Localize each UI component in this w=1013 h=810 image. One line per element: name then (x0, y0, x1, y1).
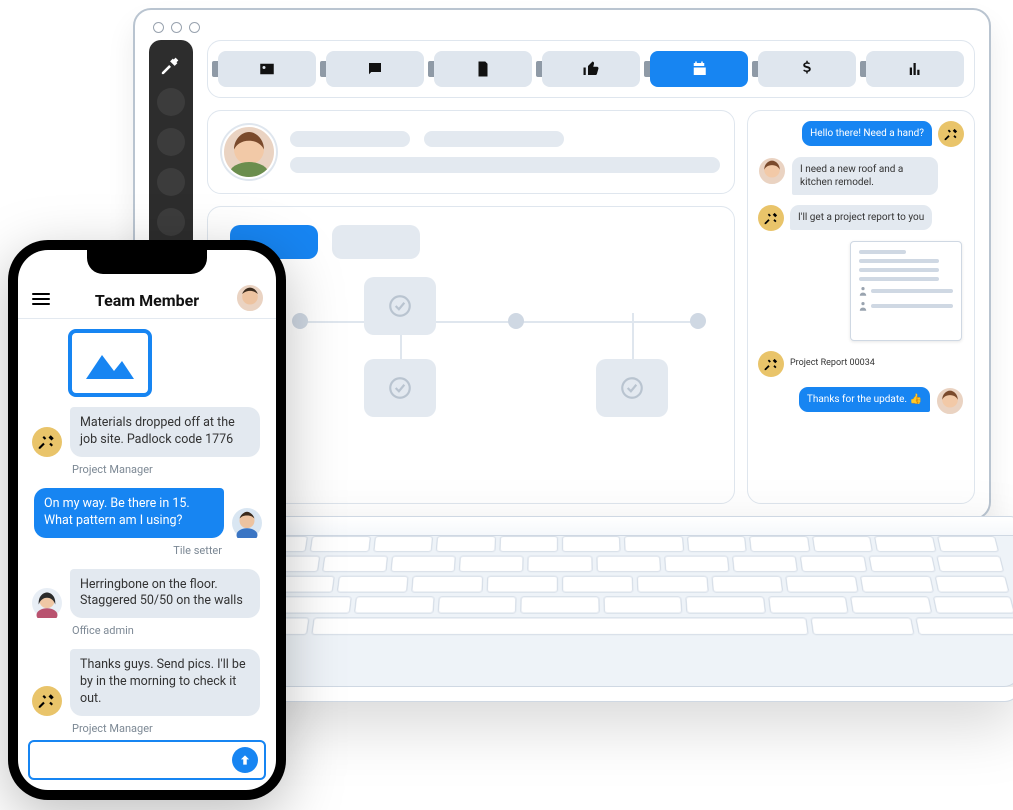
timeline-filter[interactable] (332, 225, 420, 259)
sender-label: Tile setter (32, 544, 222, 557)
siderail-item[interactable] (157, 128, 185, 156)
chat-message-outgoing: On my way. Be there in 15. What pattern … (32, 488, 262, 538)
client-avatar (936, 387, 964, 415)
chat-bubble: I'll get a project report to you (790, 205, 932, 230)
report-label-row: Project Report 00034 (758, 351, 964, 377)
siderail-item[interactable] (157, 208, 185, 236)
window-controls[interactable] (153, 22, 200, 33)
chat-message-incoming: I need a new roof and a kitchen remodel. (758, 157, 964, 195)
siderail-item[interactable] (157, 88, 185, 116)
chat-message-incoming: Thanks guys. Send pics. I'll be by in th… (32, 649, 262, 716)
chat-message-incoming: Materials dropped off at the job site. P… (32, 407, 262, 457)
phone-device: Team Member Materials dropped off at the… (8, 240, 286, 800)
project-manager-tools-icon (32, 427, 62, 457)
current-user-avatar[interactable] (236, 284, 264, 312)
timeline-node[interactable] (364, 277, 436, 335)
timeline-node[interactable] (596, 359, 668, 417)
phone-title: Team Member (95, 291, 199, 310)
client-chat-panel: Hello there! Need a hand? I need a new r… (747, 110, 975, 504)
arrow-up-icon (238, 753, 252, 767)
report-attachment[interactable] (850, 241, 962, 341)
tab-contact[interactable] (218, 51, 316, 87)
chat-bubble: Hello there! Need a hand? (802, 121, 932, 146)
tab-approve[interactable] (542, 51, 640, 87)
contractor-tools-icon (758, 351, 784, 377)
client-avatar (758, 157, 786, 185)
phone-notch (87, 250, 207, 274)
tab-analytics[interactable] (866, 51, 964, 87)
contractor-tools-icon (938, 121, 964, 147)
message-input-bar (28, 740, 266, 780)
chat-bubble: I need a new roof and a kitchen remodel. (792, 157, 938, 195)
sender-label: Project Manager (72, 463, 262, 476)
tab-calendar[interactable] (650, 51, 748, 87)
chat-thread[interactable]: Materials dropped off at the job site. P… (18, 319, 276, 769)
image-attachment-placeholder[interactable] (68, 329, 152, 397)
tab-payments[interactable] (758, 51, 856, 87)
chat-bubble: On my way. Be there in 15. What pattern … (34, 488, 224, 538)
report-filename: Project Report 00034 (790, 358, 875, 370)
top-tabbar (207, 40, 975, 98)
timeline-card (207, 206, 735, 504)
chat-message-outgoing: Hello there! Need a hand? (758, 121, 964, 147)
chat-message-outgoing: Thanks for the update. 👍 (758, 387, 964, 415)
office-admin-avatar (32, 588, 62, 618)
siderail-item[interactable] (157, 168, 185, 196)
profile-placeholder-lines (290, 131, 720, 173)
chat-message-incoming: I'll get a project report to you (758, 205, 964, 231)
sender-label: Project Manager (72, 722, 262, 735)
tab-chat[interactable] (326, 51, 424, 87)
tile-setter-avatar (232, 508, 262, 538)
send-button[interactable] (232, 747, 258, 773)
timeline-node[interactable] (364, 359, 436, 417)
project-manager-tools-icon (32, 686, 62, 716)
chat-bubble: Herringbone on the floor. Staggered 50/5… (70, 569, 260, 619)
contractor-tools-icon (758, 205, 784, 231)
chat-message-incoming: Herringbone on the floor. Staggered 50/5… (32, 569, 262, 619)
sender-label: Office admin (72, 624, 262, 637)
menu-icon[interactable] (32, 290, 50, 308)
message-input[interactable] (36, 752, 232, 769)
chat-bubble: Materials dropped off at the job site. P… (70, 407, 260, 457)
timeline (230, 277, 712, 485)
chat-bubble: Thanks guys. Send pics. I'll be by in th… (70, 649, 260, 716)
chat-bubble: Thanks for the update. 👍 (799, 387, 930, 412)
tab-invoice[interactable] (434, 51, 532, 87)
hammer-logo-icon (160, 54, 182, 76)
profile-avatar[interactable] (222, 125, 276, 179)
profile-summary-card (207, 110, 735, 194)
